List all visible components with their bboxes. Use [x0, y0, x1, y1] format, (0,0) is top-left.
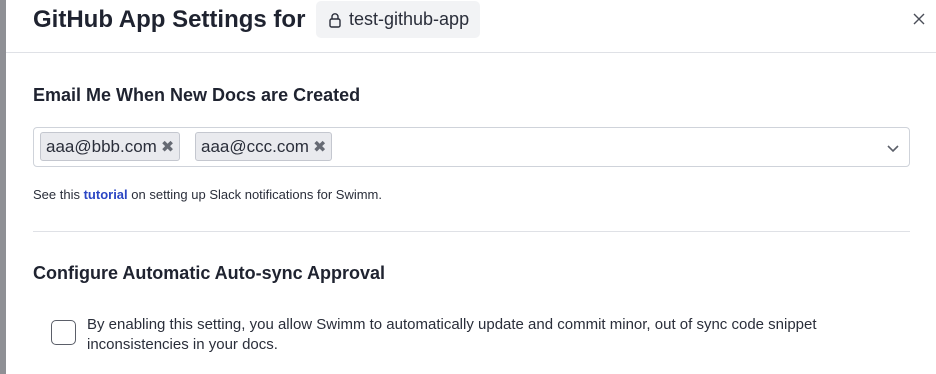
email-tag: aaa@bbb.com ✖: [40, 132, 181, 161]
email-section-title: Email Me When New Docs are Created: [33, 85, 361, 105]
section-divider: [33, 231, 910, 232]
slack-help-text: See this tutorial on setting up Slack no…: [33, 187, 382, 202]
autosync-section-title: Configure Automatic Auto-sync Approval: [33, 263, 386, 283]
autosync-checkbox-label: By enabling this setting, you allow Swim…: [87, 316, 817, 353]
page-title: GitHub App Settings for: [33, 6, 306, 33]
repo-badge: test-github-app: [316, 1, 481, 38]
remove-tag-icon[interactable]: ✖: [313, 137, 326, 157]
close-icon: [913, 13, 925, 25]
close-button[interactable]: [910, 10, 928, 28]
email-tag-label: aaa@ccc.com: [201, 136, 309, 156]
help-suffix: on setting up Slack notifications for Sw…: [127, 187, 382, 202]
modal-header: GitHub App Settings for test-github-app: [6, 0, 936, 53]
help-prefix: See this: [33, 187, 84, 202]
email-tag: aaa@ccc.com ✖: [195, 132, 333, 161]
tutorial-link[interactable]: tutorial: [84, 187, 128, 202]
email-recipients-select[interactable]: aaa@bbb.com ✖ aaa@ccc.com ✖: [33, 127, 910, 167]
repo-name: test-github-app: [349, 9, 470, 29]
email-tag-label: aaa@bbb.com: [46, 136, 157, 156]
remove-tag-icon[interactable]: ✖: [161, 137, 174, 157]
autosync-checkbox[interactable]: [51, 320, 76, 345]
window-edge: [0, 0, 6, 374]
chevron-down-icon[interactable]: [885, 140, 901, 156]
lock-icon: [329, 12, 341, 28]
